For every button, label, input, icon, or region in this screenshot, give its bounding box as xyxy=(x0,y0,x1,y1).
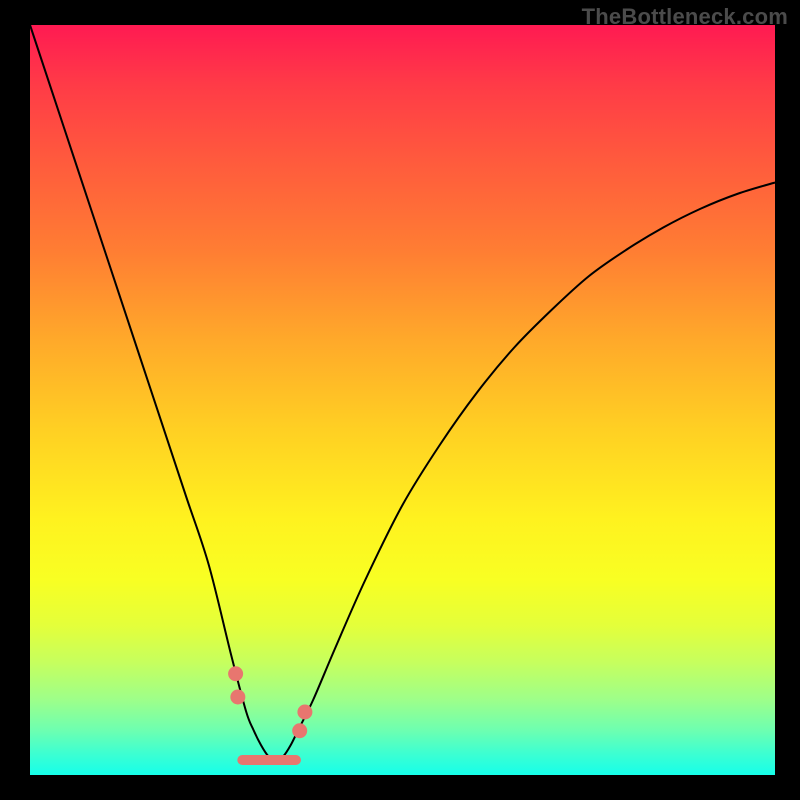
plot-area xyxy=(30,25,775,775)
marker-dot xyxy=(228,666,243,681)
marker-dot xyxy=(292,723,307,738)
chart-frame: TheBottleneck.com xyxy=(0,0,800,800)
curve-path xyxy=(30,25,775,760)
bottleneck-curve xyxy=(30,25,775,775)
watermark: TheBottleneck.com xyxy=(582,4,788,30)
marker-dot xyxy=(297,705,312,720)
marker-dot xyxy=(230,690,245,705)
markers xyxy=(228,666,312,760)
